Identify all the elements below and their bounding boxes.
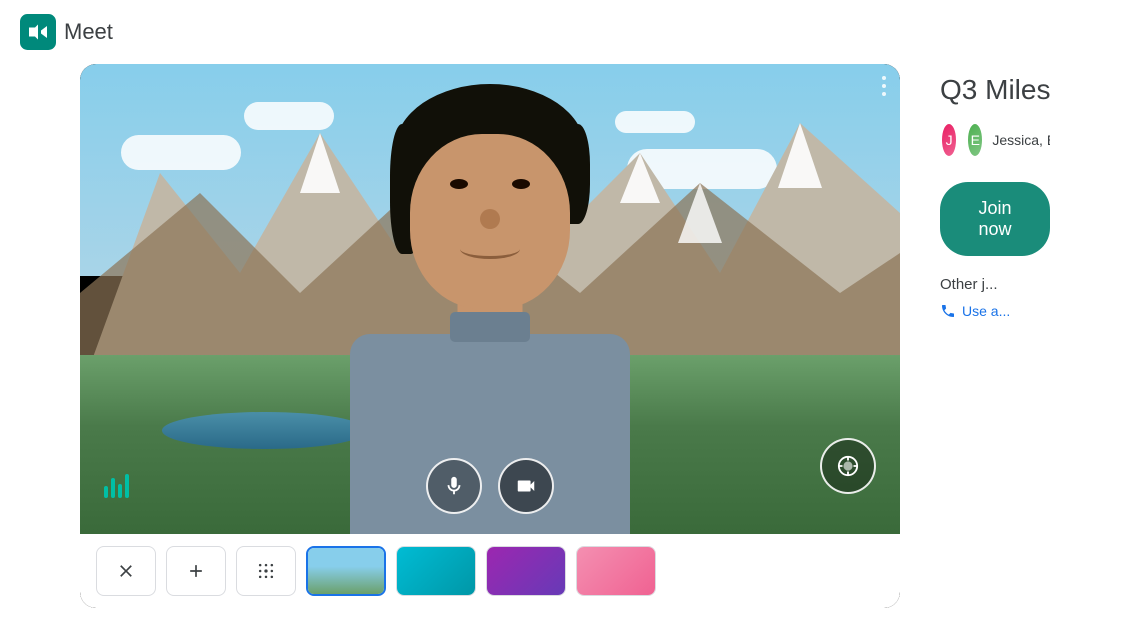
no-effect-chip[interactable] bbox=[96, 546, 156, 596]
teal-bg-option[interactable] bbox=[396, 546, 476, 596]
participant-avatar-2: E bbox=[966, 122, 984, 158]
use-companion-link[interactable]: Use a... bbox=[940, 303, 1050, 319]
teal-bg-preview bbox=[397, 547, 475, 595]
other-options-label: Other j... bbox=[940, 276, 1050, 293]
add-icon bbox=[186, 561, 206, 581]
blur-icon bbox=[256, 561, 276, 581]
mountain-bg-option[interactable] bbox=[306, 546, 386, 596]
main-content: Q3 Milesto... J E Jessica, Ethan, Ma... … bbox=[0, 64, 1130, 608]
dot-1 bbox=[882, 76, 886, 80]
pink-bg-option[interactable] bbox=[576, 546, 656, 596]
background-options-bar bbox=[80, 534, 900, 608]
pink-bg-preview bbox=[577, 547, 655, 595]
use-companion-text: Use a... bbox=[962, 303, 1010, 319]
meeting-title: Q3 Milesto... bbox=[940, 74, 1050, 106]
join-now-button[interactable]: Join now bbox=[940, 182, 1050, 256]
mountain-bg-preview bbox=[308, 548, 384, 594]
camera-button[interactable] bbox=[498, 458, 554, 514]
meet-logo-icon bbox=[20, 14, 56, 50]
dot-3 bbox=[882, 92, 886, 96]
camera-icon bbox=[515, 475, 537, 497]
mic-button[interactable] bbox=[426, 458, 482, 514]
mic-icon bbox=[443, 475, 465, 497]
participants-names: Jessica, Ethan, Ma... bbox=[992, 132, 1050, 148]
phone-icon bbox=[940, 303, 956, 319]
more-options-button[interactable] bbox=[882, 76, 886, 96]
effects-icon bbox=[837, 455, 859, 477]
video-container bbox=[80, 64, 900, 608]
video-preview bbox=[80, 64, 900, 534]
app-title: Meet bbox=[64, 19, 113, 45]
purple-bg-preview bbox=[487, 547, 565, 595]
add-effect-chip[interactable] bbox=[166, 546, 226, 596]
header: Meet bbox=[0, 0, 1130, 64]
dot-2 bbox=[882, 84, 886, 88]
right-panel: Q3 Milesto... J E Jessica, Ethan, Ma... … bbox=[940, 64, 1050, 319]
blur-effect-chip[interactable] bbox=[236, 546, 296, 596]
participant-avatar-1: J bbox=[940, 122, 958, 158]
no-effect-icon bbox=[116, 561, 136, 581]
purple-bg-option[interactable] bbox=[486, 546, 566, 596]
visual-effects-button[interactable] bbox=[820, 438, 876, 494]
video-controls bbox=[80, 458, 900, 514]
participants-row: J E Jessica, Ethan, Ma... bbox=[940, 122, 1050, 158]
